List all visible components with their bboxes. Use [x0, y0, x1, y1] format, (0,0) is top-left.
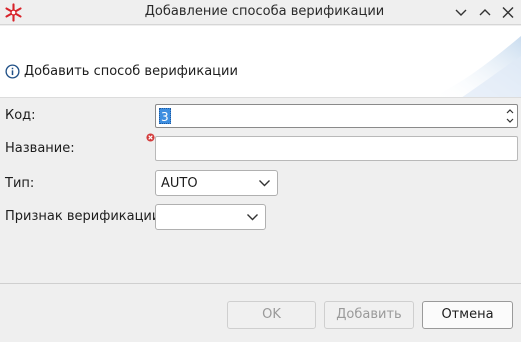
chevron-down-icon	[455, 9, 467, 16]
title-bar[interactable]: Добавление способа верификации	[0, 0, 521, 25]
chevron-down-icon	[247, 214, 258, 221]
maximize-button[interactable]	[475, 3, 495, 22]
type-select-value: AUTO	[161, 176, 198, 191]
name-input[interactable]	[155, 136, 518, 161]
close-button[interactable]	[498, 3, 518, 22]
ok-button[interactable]: OK	[227, 301, 316, 329]
verification-sign-label: Признак верификации:	[5, 209, 165, 224]
cancel-button[interactable]: Отмена	[422, 301, 513, 329]
close-icon	[502, 7, 514, 18]
name-label: Название:	[5, 141, 75, 156]
spin-arrows-icon[interactable]	[503, 105, 517, 127]
dialog-header: Добавить способ верификации	[0, 26, 521, 98]
header-decoration	[432, 36, 521, 97]
chevron-up-icon	[479, 9, 491, 16]
minimize-button[interactable]	[451, 3, 471, 22]
info-icon	[5, 64, 20, 79]
code-value[interactable]: 3	[159, 108, 171, 124]
chevron-down-icon	[259, 180, 270, 187]
footer-divider	[0, 283, 521, 284]
header-message-text: Добавить способ верификации	[24, 64, 238, 79]
add-button[interactable]: Добавить	[324, 301, 414, 329]
code-spinner[interactable]: 3	[155, 104, 518, 128]
code-label: Код:	[5, 108, 36, 123]
window-title: Добавление способа верификации	[144, 4, 385, 19]
type-select[interactable]: AUTO	[155, 170, 278, 196]
header-message: Добавить способ верификации	[5, 64, 238, 79]
type-label: Тип:	[5, 176, 35, 191]
error-icon	[146, 133, 155, 142]
verification-sign-select[interactable]	[155, 204, 266, 230]
